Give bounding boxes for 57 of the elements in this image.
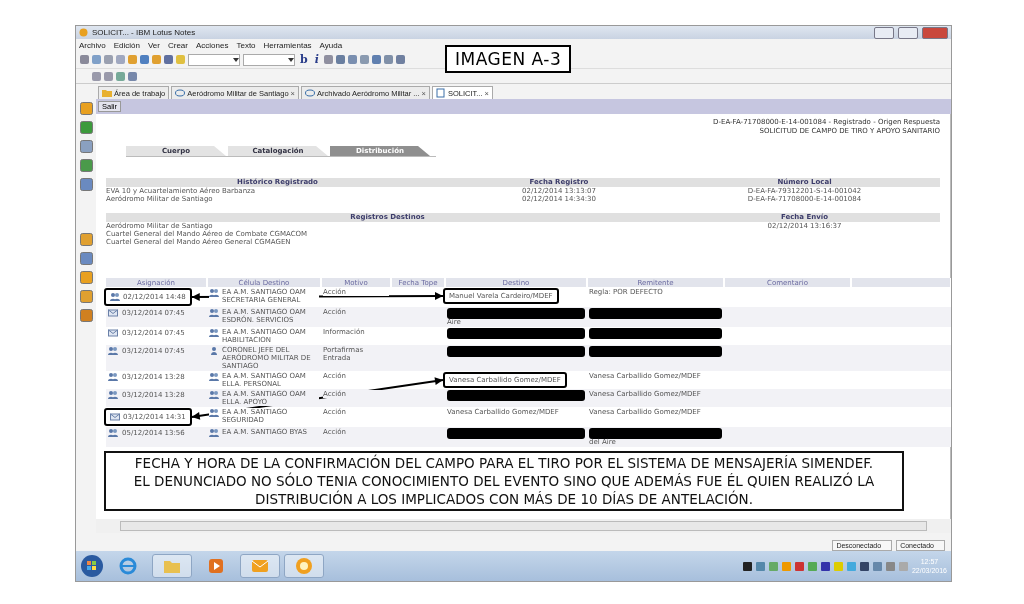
- play-icon: [207, 557, 225, 575]
- scrollbar[interactable]: [120, 521, 927, 531]
- menu-item[interactable]: Acciones: [195, 40, 229, 50]
- people-icon: [108, 346, 118, 356]
- sidebar-icon[interactable]: [79, 309, 93, 322]
- minimize-button[interactable]: [874, 26, 894, 39]
- person-icon: [209, 346, 219, 356]
- people-icon: [209, 328, 219, 338]
- caret-icon: [233, 57, 239, 62]
- annotation-caption: FECHA Y HORA DE LA CONFIRMACIÓN DEL CAMPO PARA EL TIRO POR EL SISTEMA DE MENSAJERÍA SIMENDEF. EL DENUNCIADO NO SÓLO TENIA CONOCIMIENTO DEL EVENTO SINO QUE ADEMÁS FUE ÉL QUIEN REALIZÓ LA DISTRIBUCIÓN A LOS IMPLICADOS CON MÁS DE 10 DÍAS DE ANTELACIÓN.: [104, 451, 904, 511]
- sidebar-icon[interactable]: [79, 140, 93, 153]
- dropdown-field[interactable]: [243, 53, 295, 66]
- sidebar-icon[interactable]: [79, 290, 93, 303]
- people-icon: [110, 292, 120, 302]
- globe-icon: [119, 557, 137, 575]
- envelope-icon: [108, 308, 118, 318]
- sidebar-icon[interactable]: [79, 102, 93, 115]
- menu-item[interactable]: Herramientas: [263, 40, 312, 50]
- sidebar-icon[interactable]: [79, 252, 93, 265]
- restore-button[interactable]: [898, 26, 918, 39]
- menu-item[interactable]: Archivo: [79, 40, 106, 50]
- people-icon: [209, 408, 219, 418]
- taskbar-button[interactable]: [240, 554, 280, 578]
- menu-item[interactable]: Edición: [113, 40, 140, 50]
- sidebar-icon[interactable]: [79, 178, 93, 191]
- people-icon: [209, 428, 219, 438]
- people-icon: [108, 428, 118, 438]
- close-button[interactable]: [922, 26, 948, 39]
- dropdown-field[interactable]: [188, 53, 240, 66]
- envelope-icon: [110, 412, 120, 422]
- document-icon: [435, 88, 446, 98]
- menu-item[interactable]: Crear: [167, 40, 188, 50]
- taskbar-button[interactable]: [152, 554, 192, 578]
- sidebar-icon[interactable]: [79, 159, 93, 172]
- menu-item[interactable]: Ayuda: [319, 40, 343, 50]
- sidebar-icon[interactable]: [79, 233, 93, 246]
- bold-button[interactable]: b: [298, 53, 310, 66]
- menu-item[interactable]: Texto: [236, 40, 256, 50]
- people-icon: [108, 390, 118, 400]
- start-button[interactable]: [80, 554, 104, 578]
- people-icon: [108, 372, 118, 382]
- people-icon: [209, 288, 219, 298]
- sidebar-icon[interactable]: [79, 121, 93, 134]
- envelope-icon: [251, 557, 269, 575]
- people-icon: [209, 308, 219, 318]
- people-icon: [209, 372, 219, 382]
- caret-icon: [288, 57, 294, 62]
- annotation-label: IMAGEN A-3: [445, 45, 572, 73]
- envelope-icon: [108, 328, 118, 338]
- circle-icon: [295, 557, 313, 575]
- taskbar-button[interactable]: [284, 554, 324, 578]
- people-icon: [209, 390, 219, 400]
- sidebar-icon[interactable]: [79, 271, 93, 284]
- italic-button[interactable]: i: [312, 53, 321, 66]
- menu-item[interactable]: Ver: [147, 40, 160, 50]
- window-title: SOLICIT... - IBM Lotus Notes: [92, 28, 196, 37]
- app-icon: [79, 28, 88, 37]
